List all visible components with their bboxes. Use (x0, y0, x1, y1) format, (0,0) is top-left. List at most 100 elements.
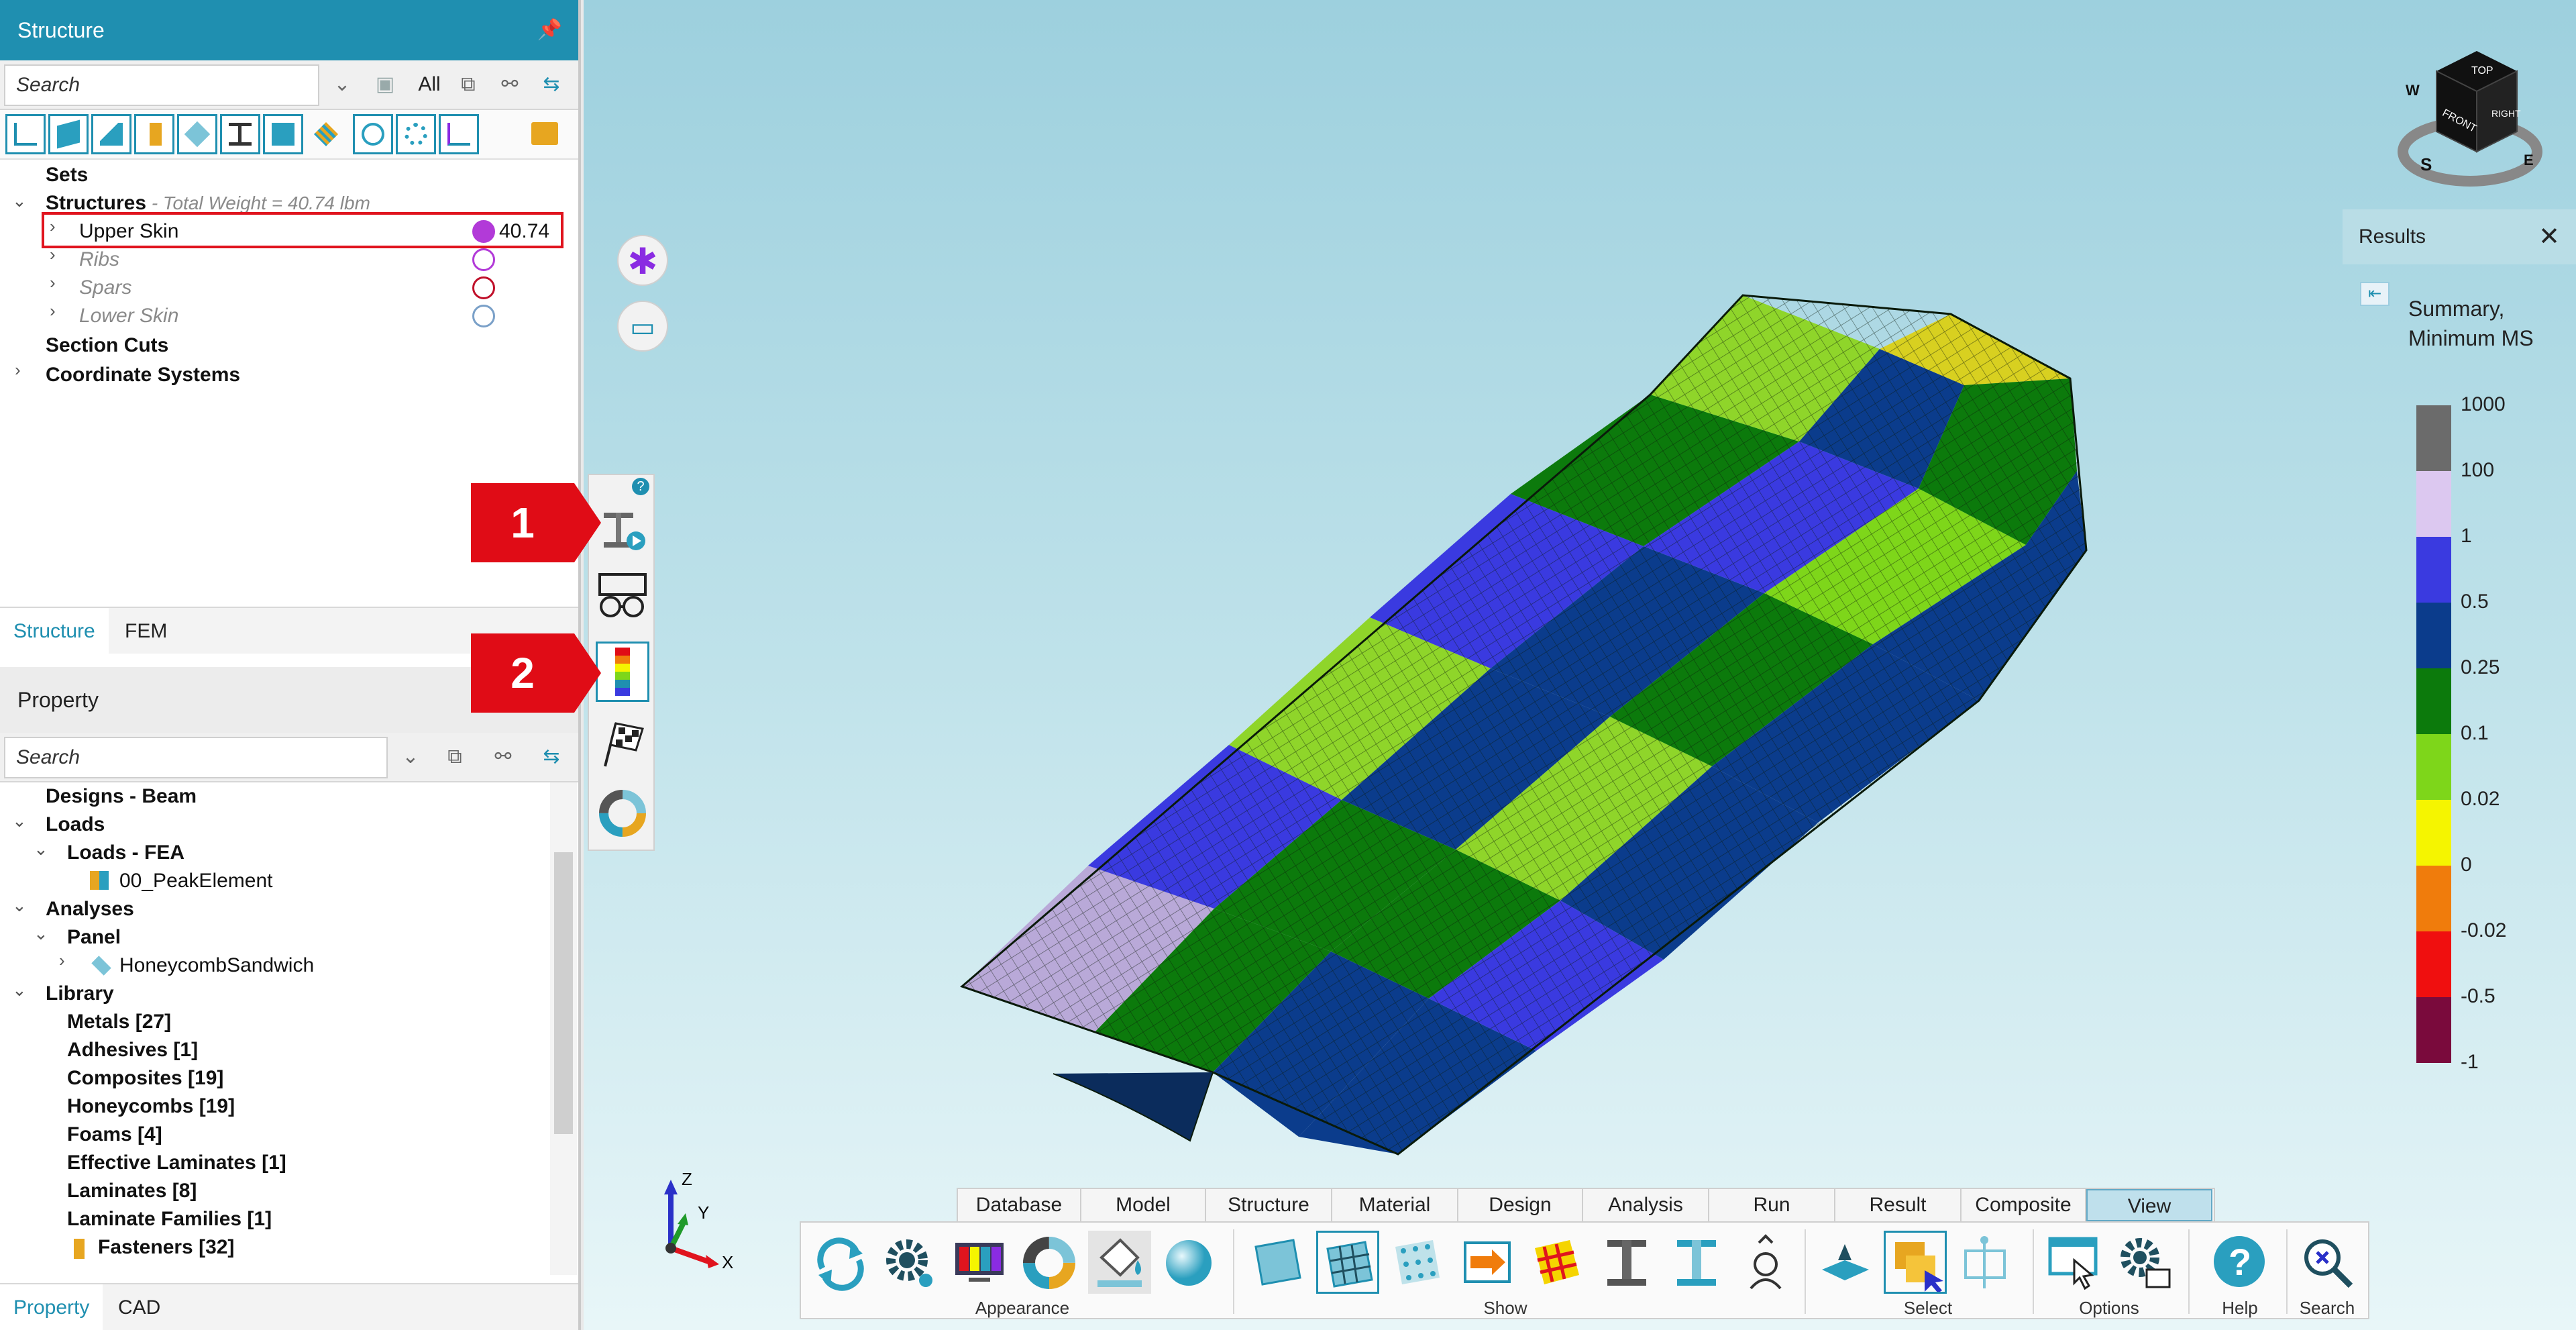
ribbon-tab-model[interactable]: Model (1081, 1189, 1206, 1221)
nav-cube-right[interactable]: RIGHT (2491, 108, 2521, 119)
nav-cube-top[interactable]: TOP (2471, 65, 2493, 76)
glasses-tool-button[interactable] (596, 566, 649, 627)
hierarchy-icon[interactable]: ⚯ (488, 742, 518, 772)
ribbon-tab-design[interactable]: Design (1458, 1189, 1583, 1221)
color-wheel-button[interactable] (1018, 1231, 1081, 1294)
chevron-down-icon[interactable]: ⌄ (12, 895, 27, 916)
show-beams-button[interactable] (1595, 1231, 1658, 1294)
chevron-down-icon[interactable]: ⌄ (327, 70, 357, 99)
chevron-down-icon[interactable]: ⌄ (12, 980, 27, 1001)
solid-tool-button[interactable] (48, 114, 89, 154)
beam-tool-button[interactable] (596, 499, 649, 560)
chevron-down-icon[interactable]: ⌄ (12, 191, 27, 211)
navigation-cube[interactable]: TOP FRONT RIGHT W S E (2396, 44, 2544, 192)
tab-structure[interactable]: Structure (0, 608, 109, 655)
show-beam-offsets-button[interactable] (1665, 1231, 1728, 1294)
spars-color-dot[interactable] (472, 276, 495, 299)
tree-item-analyses[interactable]: Analyses (46, 895, 134, 923)
appearance-settings-button[interactable] (879, 1231, 942, 1294)
tree-item-composites[interactable]: Composites [19] (67, 1064, 223, 1092)
close-icon[interactable]: ✕ (2538, 209, 2560, 264)
tree-item-laminate-families[interactable]: Laminate Families [1] (67, 1205, 272, 1233)
tree-item-section-cuts[interactable]: Section Cuts (46, 331, 168, 360)
collapse-all-icon[interactable]: ⧉ (440, 742, 470, 772)
property-search-input[interactable]: Search (4, 737, 388, 778)
tree-item-honeycomb-sandwich[interactable]: HoneycombSandwich (119, 952, 314, 980)
show-loads-button[interactable] (1456, 1231, 1519, 1294)
plate-tool-button[interactable] (177, 114, 217, 154)
axis-tool-button[interactable] (439, 114, 479, 154)
layers-tool-button[interactable] (306, 114, 346, 154)
select-up-button[interactable] (1814, 1231, 1877, 1294)
options-window-button[interactable] (2043, 1231, 2106, 1294)
tree-item-adhesives[interactable]: Adhesives [1] (67, 1036, 198, 1064)
folder-add-icon[interactable] (531, 122, 558, 145)
tree-item-honeycombs[interactable]: Honeycombs [19] (67, 1092, 235, 1121)
rectangle-select-button[interactable]: ▭ (617, 301, 668, 352)
ribbon-tab-structure[interactable]: Structure (1206, 1189, 1332, 1221)
chevron-right-icon[interactable]: › (15, 360, 21, 380)
cube-tool-button[interactable] (263, 114, 303, 154)
tree-item-laminates[interactable]: Laminates [8] (67, 1177, 197, 1205)
options-settings-button[interactable] (2112, 1231, 2175, 1294)
tree-item-library[interactable]: Library (46, 980, 114, 1008)
tree-item-coordinate-systems[interactable]: Coordinate Systems (46, 361, 240, 389)
donut-chart-button[interactable] (596, 782, 649, 843)
search-button[interactable] (2296, 1231, 2359, 1294)
tree-item-loads-fea[interactable]: Loads - FEA (67, 839, 184, 867)
sync-icon[interactable]: ⇆ (537, 742, 566, 772)
tree-item-foams[interactable]: Foams [4] (67, 1121, 162, 1149)
tree-item-effective-laminates[interactable]: Effective Laminates [1] (67, 1149, 286, 1177)
ribbon-tab-analysis[interactable]: Analysis (1583, 1189, 1709, 1221)
compass-e[interactable]: E (2524, 152, 2534, 168)
tree-item-spars[interactable]: Spars (79, 274, 131, 302)
wedge-tool-button[interactable] (91, 114, 131, 154)
collapse-all-icon[interactable]: ⧉ (453, 70, 483, 99)
show-mesh-button[interactable] (1316, 1231, 1379, 1294)
tab-fem[interactable]: FEM (111, 608, 180, 655)
sync-icon[interactable]: ⇆ (537, 70, 566, 99)
show-more-button[interactable] (1735, 1231, 1798, 1294)
chevron-down-icon[interactable]: ⌄ (34, 923, 48, 944)
chevron-down-icon[interactable]: ⌄ (12, 811, 27, 831)
tree-item-fasteners[interactable]: Fasteners [32] (98, 1233, 234, 1262)
ribbon-tab-database[interactable]: Database (958, 1189, 1081, 1221)
ribbon-tab-view[interactable]: View (2086, 1189, 2212, 1221)
refresh-button[interactable] (809, 1231, 872, 1294)
tab-cad[interactable]: CAD (105, 1284, 174, 1330)
expand-legend-icon[interactable]: ⇤ (2360, 282, 2390, 306)
tree-item-loads[interactable]: Loads (46, 811, 105, 839)
compass-w[interactable]: W (2406, 82, 2420, 99)
chevron-down-icon[interactable]: ⌄ (34, 839, 48, 860)
filter-all-label[interactable]: All (409, 70, 449, 99)
select-objects-button[interactable] (1884, 1231, 1947, 1294)
cube-filter-icon[interactable]: ▣ (370, 70, 400, 99)
3d-viewport[interactable]: ✱ ▭ (584, 0, 2576, 1330)
show-surface-button[interactable] (1246, 1231, 1309, 1294)
tree-item-ribs[interactable]: Ribs (79, 246, 119, 274)
compass-s[interactable]: S (2420, 154, 2432, 174)
display-mode-button[interactable] (949, 1231, 1012, 1294)
beam-tool-button[interactable] (134, 114, 174, 154)
help-button[interactable]: ? (2208, 1231, 2271, 1294)
select-beam-button[interactable] (1953, 1231, 2017, 1294)
chevron-down-icon[interactable]: ⌄ (396, 742, 425, 772)
ribbon-tab-result[interactable]: Result (1835, 1189, 1962, 1221)
chevron-right-icon[interactable]: › (50, 301, 56, 321)
tree-item-peak-element[interactable]: 00_PeakElement (119, 867, 273, 895)
gear-tool-button[interactable] (396, 114, 436, 154)
pin-icon[interactable]: 📌 (537, 0, 562, 60)
checkered-flag-button[interactable] (596, 714, 649, 774)
ribbon-tab-composite[interactable]: Composite (1962, 1189, 2086, 1221)
ribs-color-dot[interactable] (472, 248, 495, 271)
hierarchy-icon[interactable]: ⚯ (495, 70, 525, 99)
sphere-render-button[interactable] (1158, 1231, 1221, 1294)
property-scrollbar-thumb[interactable] (554, 852, 573, 1134)
lower-skin-color-dot[interactable] (472, 305, 495, 327)
ribbon-tab-run[interactable]: Run (1709, 1189, 1835, 1221)
tree-item-panel[interactable]: Panel (67, 923, 121, 952)
ibeam-tool-button[interactable] (220, 114, 260, 154)
tree-item-designs-beam[interactable]: Designs - Beam (46, 782, 197, 811)
help-icon[interactable]: ? (632, 478, 649, 495)
tab-property[interactable]: Property (0, 1284, 103, 1330)
